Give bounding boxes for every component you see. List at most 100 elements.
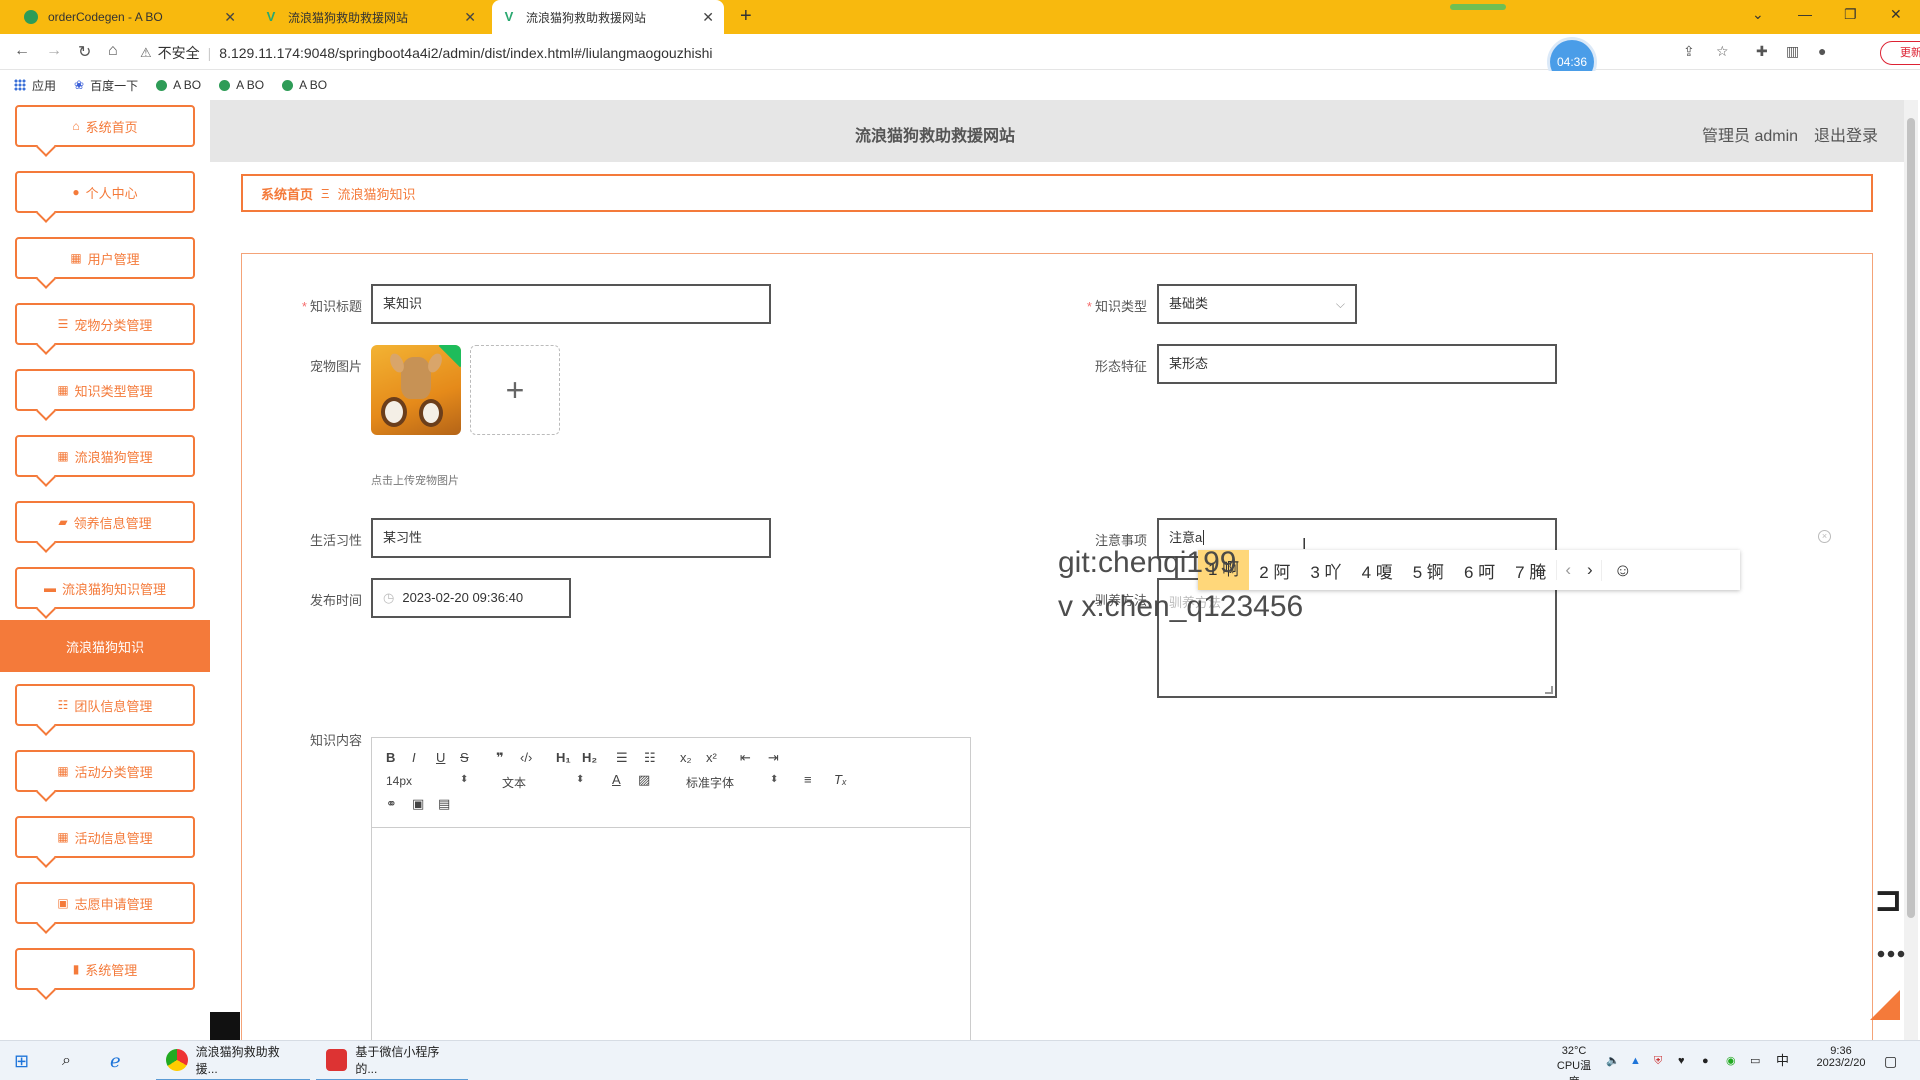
- emoji-icon[interactable]: ☺: [1600, 559, 1644, 581]
- back-icon[interactable]: ←: [14, 42, 30, 60]
- bookmark-baidu[interactable]: ❀ 百度一下: [74, 77, 138, 94]
- habit-input[interactable]: 某习性: [371, 518, 771, 558]
- video-icon[interactable]: ▤: [438, 796, 450, 812]
- link-icon[interactable]: ⚭: [386, 796, 397, 812]
- cpu-temp-widget[interactable]: 32°C CPU温度: [1552, 1045, 1596, 1080]
- image-upload-button[interactable]: +: [470, 345, 560, 435]
- sidebar-item-profile[interactable]: ● 个人中心: [15, 171, 195, 213]
- restore-icon[interactable]: ❐: [1844, 6, 1857, 23]
- sidebar-item-system[interactable]: ▮ 系统管理: [15, 948, 195, 990]
- more-dots-icon[interactable]: [1876, 950, 1906, 958]
- browser-tab-active[interactable]: V 流浪猫狗救助救援网站 ✕: [492, 0, 724, 34]
- tab-search-icon[interactable]: ⌄: [1752, 6, 1764, 23]
- scrollbar-thumb[interactable]: [1907, 118, 1915, 918]
- ime-mode-indicator[interactable]: 中: [1776, 1041, 1789, 1080]
- align-icon[interactable]: ≡: [804, 772, 812, 787]
- logout-link[interactable]: 退出登录: [1814, 122, 1878, 146]
- type-select[interactable]: 基础类 ⌵: [1157, 284, 1357, 324]
- sidebar-item-pet-category[interactable]: ☰ 宠物分类管理: [15, 303, 195, 345]
- sidebar-item-adoption[interactable]: ▰ 领养信息管理: [15, 501, 195, 543]
- close-tab-icon[interactable]: ✕: [464, 9, 476, 26]
- pet-image-thumbnail[interactable]: [371, 345, 461, 435]
- security-tray-icon[interactable]: ⛨: [1654, 1041, 1662, 1080]
- editor-content-area[interactable]: [372, 828, 970, 1058]
- minimize-icon[interactable]: —: [1798, 6, 1812, 22]
- sidebar-item-volunteer[interactable]: ▣ 志愿申请管理: [15, 882, 195, 924]
- profile-icon[interactable]: ●: [1818, 43, 1826, 59]
- breadcrumb-home[interactable]: 系统首页: [261, 184, 313, 203]
- side-panel-icon[interactable]: ▥: [1786, 43, 1799, 60]
- browser-tab[interactable]: orderCodegen - A BO ✕: [14, 0, 246, 34]
- outdent-icon[interactable]: ⇤: [740, 750, 751, 766]
- bookmark-abo[interactable]: A BO: [282, 78, 327, 92]
- bullet-list-icon[interactable]: ☷: [644, 750, 656, 766]
- ime-candidate[interactable]: 3 吖: [1300, 558, 1351, 583]
- share-icon[interactable]: ⇪: [1683, 43, 1695, 60]
- strike-icon[interactable]: S: [460, 750, 469, 765]
- underline-icon[interactable]: U: [436, 750, 445, 765]
- resize-grip-icon[interactable]: [1545, 686, 1553, 694]
- ordered-list-icon[interactable]: ☰: [616, 750, 628, 766]
- bookmark-abo[interactable]: A BO: [156, 78, 201, 92]
- block-type-select[interactable]: 文本 ⬍: [502, 774, 584, 791]
- network-icon[interactable]: ▭: [1750, 1041, 1760, 1080]
- superscript-icon[interactable]: x²: [706, 750, 717, 765]
- home-icon[interactable]: ⌂: [108, 42, 118, 60]
- tray-app-icon[interactable]: ◉: [1726, 1041, 1736, 1080]
- taskbar-chrome-task[interactable]: 流浪猫狗救助救援...: [156, 1041, 310, 1080]
- image-icon[interactable]: ▣: [412, 796, 424, 812]
- font-family-select[interactable]: 标准字体 ⬍: [686, 774, 778, 791]
- sidebar-item-knowledge-active[interactable]: 流浪猫狗知识: [0, 620, 210, 672]
- extensions-icon[interactable]: ✚: [1756, 43, 1768, 60]
- new-tab-icon[interactable]: +: [740, 5, 752, 28]
- code-icon[interactable]: ‹/›: [520, 750, 532, 765]
- sidebar-item-users[interactable]: ▦ 用户管理: [15, 237, 195, 279]
- sidebar-item-activity-category[interactable]: ▦ 活动分类管理: [15, 750, 195, 792]
- ime-candidate[interactable]: 7 腌: [1505, 558, 1556, 583]
- clear-icon[interactable]: ×: [1818, 530, 1831, 543]
- sidebar-item-home[interactable]: ⌂ 系统首页: [15, 105, 195, 147]
- sidebar-item-team[interactable]: ☷ 团队信息管理: [15, 684, 195, 726]
- search-icon[interactable]: ⌕: [62, 1041, 71, 1080]
- clock[interactable]: 9:36 2023/2/20: [1806, 1045, 1876, 1080]
- title-input[interactable]: 某知识: [371, 284, 771, 324]
- bold-icon[interactable]: B: [386, 750, 395, 765]
- time-picker[interactable]: ◷ 2023-02-20 09:36:40: [371, 578, 571, 618]
- reload-icon[interactable]: ↻: [78, 42, 91, 62]
- ime-candidate[interactable]: 5 锕: [1403, 558, 1454, 583]
- url-field[interactable]: ⚠ 不安全 | 8.129.11.174:9048/springboot4a4i…: [140, 40, 1640, 66]
- font-size-select[interactable]: 14px ⬍: [386, 774, 468, 788]
- floating-widget-icon[interactable]: ⊐: [1874, 880, 1903, 920]
- ime-prev-icon[interactable]: ‹: [1556, 560, 1579, 580]
- heading1-icon[interactable]: H₁: [556, 750, 571, 765]
- sidebar-item-knowledge-type[interactable]: ▦ 知识类型管理: [15, 369, 195, 411]
- forward-icon[interactable]: →: [46, 42, 62, 60]
- ime-candidate[interactable]: 6 呵: [1454, 558, 1505, 583]
- heading2-icon[interactable]: H₂: [582, 750, 597, 765]
- quote-icon[interactable]: ❞: [496, 750, 504, 766]
- feature-input[interactable]: 某形态: [1157, 344, 1557, 384]
- close-tab-icon[interactable]: ✕: [224, 9, 236, 26]
- ie-icon[interactable]: ℯ: [110, 1041, 121, 1080]
- windows-start-icon[interactable]: ⊞: [14, 1041, 29, 1080]
- tray-app-icon[interactable]: ♥: [1678, 1041, 1685, 1080]
- clear-format-icon[interactable]: Tₓ: [834, 772, 847, 787]
- background-color-icon[interactable]: ▨: [638, 772, 650, 788]
- indent-icon[interactable]: ⇥: [768, 750, 779, 766]
- bookmark-apps[interactable]: 应用: [14, 77, 56, 94]
- close-tab-icon[interactable]: ✕: [702, 9, 714, 26]
- update-button[interactable]: 更新: [1880, 41, 1920, 65]
- notification-icon[interactable]: ▢: [1884, 1041, 1897, 1080]
- font-color-icon[interactable]: A: [612, 772, 621, 787]
- sidebar-item-stray-pets[interactable]: ▦ 流浪猫狗管理: [15, 435, 195, 477]
- qq-icon[interactable]: ●: [1702, 1041, 1709, 1080]
- bookmark-abo[interactable]: A BO: [219, 78, 264, 92]
- taskbar-wps-task[interactable]: 基于微信小程序的...: [316, 1041, 468, 1080]
- sidebar-item-activity-info[interactable]: ▦ 活动信息管理: [15, 816, 195, 858]
- ime-candidate[interactable]: 2 阿: [1249, 558, 1300, 583]
- star-icon[interactable]: ☆: [1716, 43, 1729, 60]
- ime-candidate[interactable]: 4 嗄: [1352, 558, 1403, 583]
- page-scrollbar[interactable]: [1904, 100, 1918, 1040]
- volume-icon[interactable]: 🔈: [1606, 1041, 1620, 1080]
- tray-app-icon[interactable]: ▲: [1630, 1041, 1641, 1080]
